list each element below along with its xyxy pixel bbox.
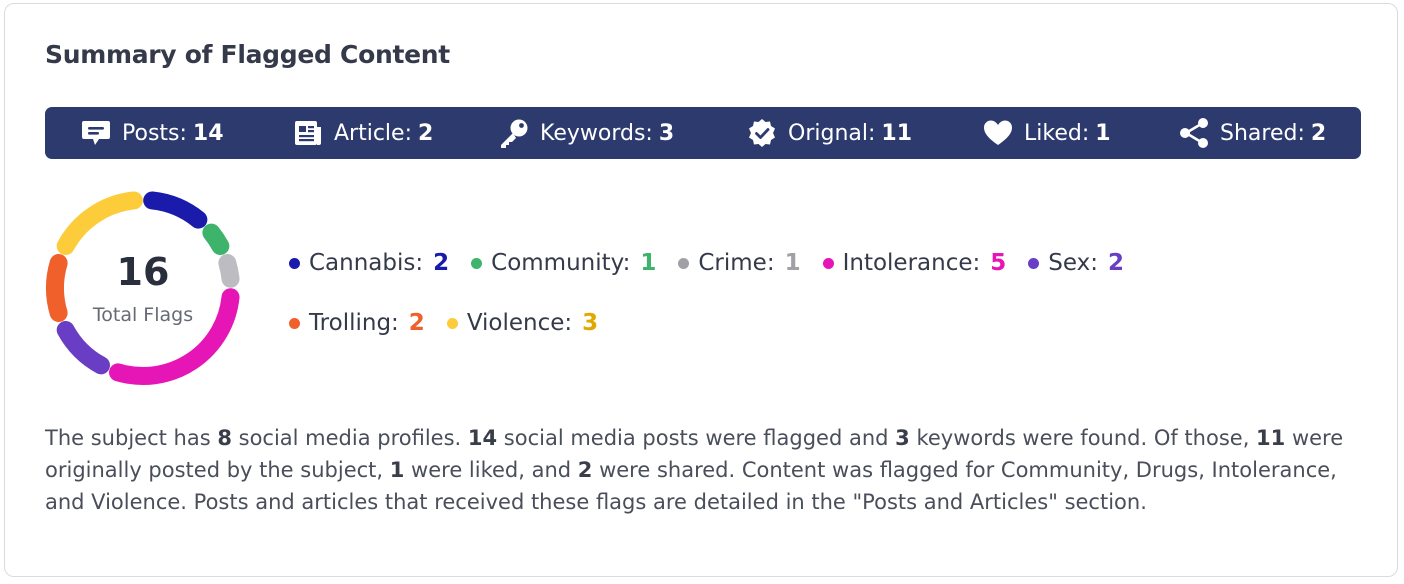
stat-posts-value: 14 <box>192 120 224 146</box>
stat-article: Article: 2 <box>291 107 433 159</box>
total-flags-donut: 16 Total Flags <box>43 188 243 388</box>
stat-original-value: 11 <box>881 120 913 146</box>
summary-text: keywords were found. Of those, <box>909 426 1257 450</box>
share-icon <box>1177 116 1211 150</box>
legend-item-trolling: Trolling: 2 <box>289 310 425 336</box>
stat-original: Orignal: 11 <box>745 107 912 159</box>
stat-article-label: Article: <box>334 120 412 146</box>
legend-label: Cannabis: <box>309 250 424 276</box>
newspaper-icon <box>291 116 325 150</box>
summary-text: social media posts were flagged and <box>497 426 896 450</box>
legend-dot <box>678 257 690 269</box>
stat-article-value: 2 <box>418 120 434 146</box>
summary-text: were liked, and <box>404 458 578 482</box>
legend-count: 1 <box>640 250 657 276</box>
legend-row: Cannabis: 2 Community: 1 Crime: 1 Intolerance:… <box>289 244 1189 282</box>
legend-dot <box>289 317 300 329</box>
stat-keywords-value: 3 <box>658 120 675 146</box>
stat-posts: Posts: 14 <box>79 107 224 159</box>
summary-text: social media profiles. <box>231 426 468 450</box>
stat-liked: Liked: 1 <box>981 107 1111 159</box>
summary-posts-count: 14 <box>467 426 498 450</box>
legend-label: Sex: <box>1048 250 1098 276</box>
legend-count: 2 <box>408 310 425 336</box>
donut-total-label: Total Flags <box>92 304 194 326</box>
summary-paragraph: The subject has 8 social media profiles.… <box>45 422 1365 518</box>
summary-original-count: 11 <box>1256 426 1286 450</box>
legend-row: Trolling: 2 Violence: 3 <box>289 304 1189 342</box>
legend-count: 3 <box>582 310 599 336</box>
legend-item-cannabis: Cannabis: 2 <box>289 250 449 276</box>
stat-shared-value: 2 <box>1310 120 1327 146</box>
legend-item-intolerance: Intolerance: 5 <box>822 250 1007 276</box>
stat-liked-label: Liked: <box>1024 120 1090 146</box>
flag-category-legend: Cannabis: 2 Community: 1 Crime: 1 Intolerance:… <box>289 244 1189 364</box>
stat-liked-value: 1 <box>1095 120 1111 146</box>
stat-keywords-label: Keywords: <box>540 120 653 146</box>
legend-label: Crime: <box>698 250 775 276</box>
summary-keywords-count: 3 <box>895 426 910 450</box>
donut-total-value: 16 <box>116 250 170 294</box>
flagged-content-summary-card: Summary of Flagged Content Posts: 14 Art… <box>4 3 1398 577</box>
summary-profiles-count: 8 <box>217 426 232 450</box>
legend-label: Community: <box>491 250 631 276</box>
card-title: Summary of Flagged Content <box>45 40 450 69</box>
legend-count: 2 <box>433 250 450 276</box>
stat-posts-label: Posts: <box>122 120 187 146</box>
legend-label: Intolerance: <box>842 250 981 276</box>
stat-keywords: Keywords: 3 <box>497 107 674 159</box>
stat-shared-label: Shared: <box>1220 120 1305 146</box>
legend-item-violence: Violence: 3 <box>446 310 599 336</box>
legend-label: Trolling: <box>309 310 399 336</box>
legend-dot <box>1028 257 1040 269</box>
legend-dot <box>471 257 483 269</box>
legend-count: 1 <box>784 250 801 276</box>
legend-dot <box>446 317 458 329</box>
legend-label: Violence: <box>466 310 573 336</box>
legend-item-community: Community: 1 <box>471 250 656 276</box>
stats-bar: Posts: 14 Article: 2 Keywords: 3 Orignal… <box>45 107 1361 159</box>
summary-shared-count: 2 <box>577 458 593 482</box>
legend-item-sex: Sex: 2 <box>1028 250 1124 276</box>
stat-original-label: Orignal: <box>788 120 876 146</box>
chat-bubble-icon <box>79 116 113 150</box>
summary-text: The subject has <box>45 426 218 450</box>
legend-item-crime: Crime: 1 <box>678 250 801 276</box>
legend-count: 5 <box>990 250 1007 276</box>
verified-badge-icon <box>745 116 779 150</box>
legend-dot <box>289 257 300 269</box>
donut-center: 16 Total Flags <box>43 188 243 388</box>
stat-shared: Shared: 2 <box>1177 107 1326 159</box>
legend-count: 2 <box>1108 250 1125 276</box>
key-icon <box>497 116 531 150</box>
legend-dot <box>822 257 834 269</box>
heart-icon <box>981 116 1015 150</box>
summary-liked-count: 1 <box>389 458 405 482</box>
